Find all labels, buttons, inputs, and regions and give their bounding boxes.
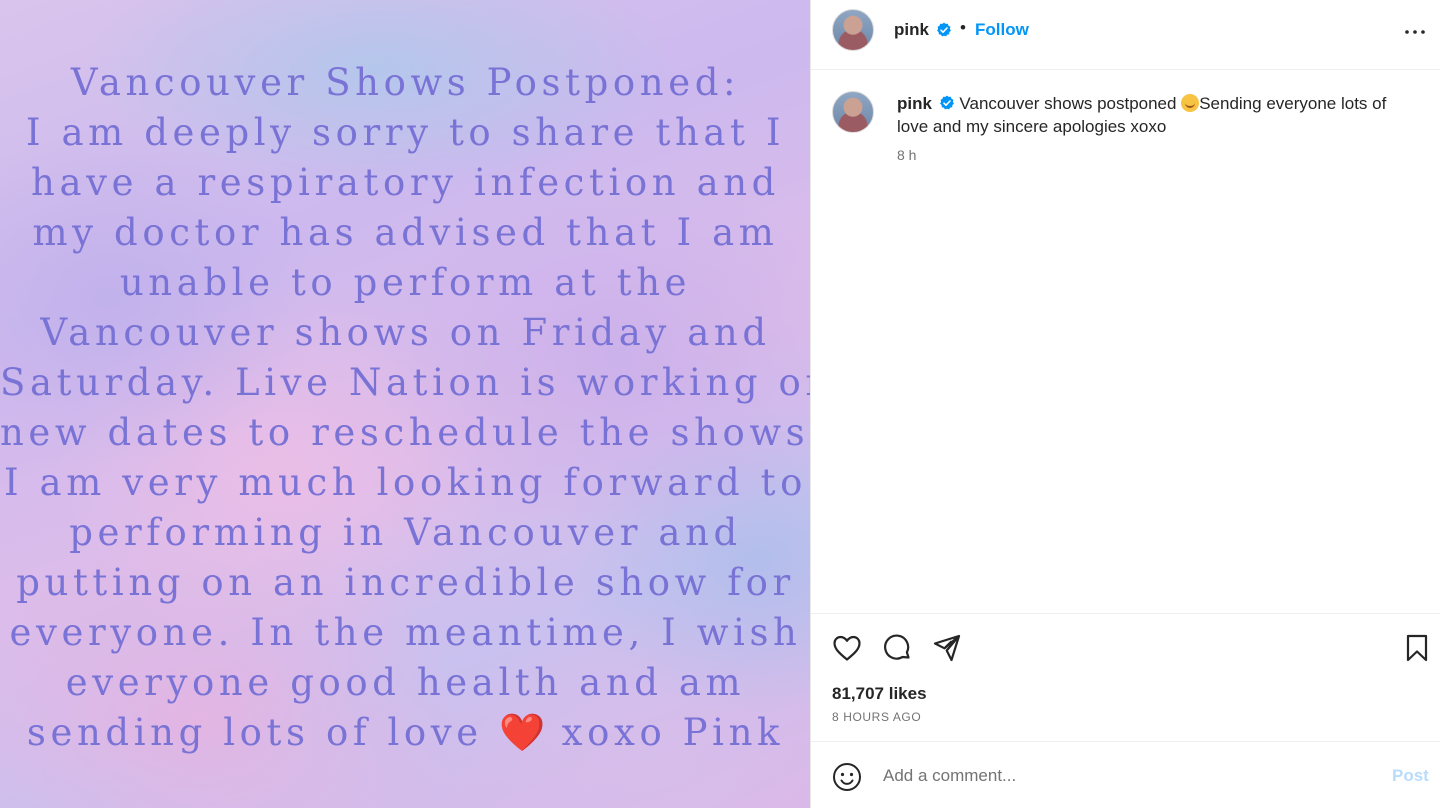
comment-icon[interactable] <box>881 632 913 664</box>
save-bookmark-icon[interactable] <box>1401 632 1433 664</box>
caption-username[interactable]: pink <box>897 94 932 113</box>
likes-count[interactable]: 81,707 likes <box>832 684 927 704</box>
announcement-line: Vancouver Shows Postponed: <box>70 61 741 104</box>
sad-face-emoji-icon <box>1181 94 1200 112</box>
announcement-line: I am very much looking forward to <box>3 461 808 504</box>
comment-input[interactable] <box>883 762 1343 790</box>
caption-timestamp[interactable]: 8 h <box>897 147 916 163</box>
caption-area: pink Vancouver shows postponed Sending e… <box>811 70 1440 614</box>
announcement-line: Saturday. Live Nation is working on <box>0 361 811 404</box>
post-age[interactable]: 8 HOURS AGO <box>832 710 921 724</box>
follow-button[interactable]: Follow <box>975 20 1029 40</box>
announcement-line: I am deeply sorry to share that I <box>25 111 786 154</box>
avatar[interactable] <box>832 91 874 133</box>
avatar[interactable] <box>832 9 874 51</box>
post-side-panel: pink • Follow pink Vancouver shows postp… <box>811 0 1440 808</box>
announcement-line: new dates to reschedule the shows. <box>0 411 811 454</box>
emoji-icon[interactable] <box>832 762 862 792</box>
heart-icon[interactable] <box>831 632 863 664</box>
username-link[interactable]: pink <box>894 20 929 40</box>
verified-badge-icon <box>939 94 955 110</box>
announcement-line: performing in Vancouver and <box>69 511 742 554</box>
post-image[interactable]: Vancouver Shows Postponed: I am deeply s… <box>0 0 811 808</box>
caption-body-start: Vancouver shows postponed <box>959 94 1182 113</box>
comment-composer: Post <box>811 742 1440 808</box>
share-icon[interactable] <box>931 632 963 664</box>
announcement-text: Vancouver Shows Postponed: I am deeply s… <box>0 58 811 758</box>
announcement-line: unable to perform at the <box>119 261 692 304</box>
announcement-line: putting on an incredible show for <box>16 561 795 604</box>
announcement-signoff: xoxo Pink <box>561 711 785 754</box>
announcement-line: my doctor has advised that I am <box>32 211 779 254</box>
announcement-line-start: sending lots of love <box>26 711 483 754</box>
red-heart-emoji-icon: ❤️ <box>499 711 546 754</box>
post-header: pink • Follow <box>811 0 1440 70</box>
announcement-line: have a respiratory infection and <box>31 161 780 204</box>
more-options-icon[interactable] <box>1403 20 1427 44</box>
caption-text: pink Vancouver shows postponed Sending e… <box>897 92 1417 138</box>
announcement-line: everyone. In the meantime, I wish <box>9 611 802 654</box>
announcement-line: everyone good health and am <box>65 661 746 704</box>
separator-dot: • <box>960 18 966 37</box>
announcement-line: Vancouver shows on Friday and <box>40 311 771 354</box>
announcement-last-line: sending lots of love ❤️ xoxo Pink <box>0 708 810 758</box>
post-comment-button[interactable]: Post <box>1392 766 1429 786</box>
action-bar: 81,707 likes 8 HOURS AGO <box>811 614 1440 742</box>
verified-badge-icon <box>936 22 952 38</box>
post-dialog: Vancouver Shows Postponed: I am deeply s… <box>0 0 1440 808</box>
